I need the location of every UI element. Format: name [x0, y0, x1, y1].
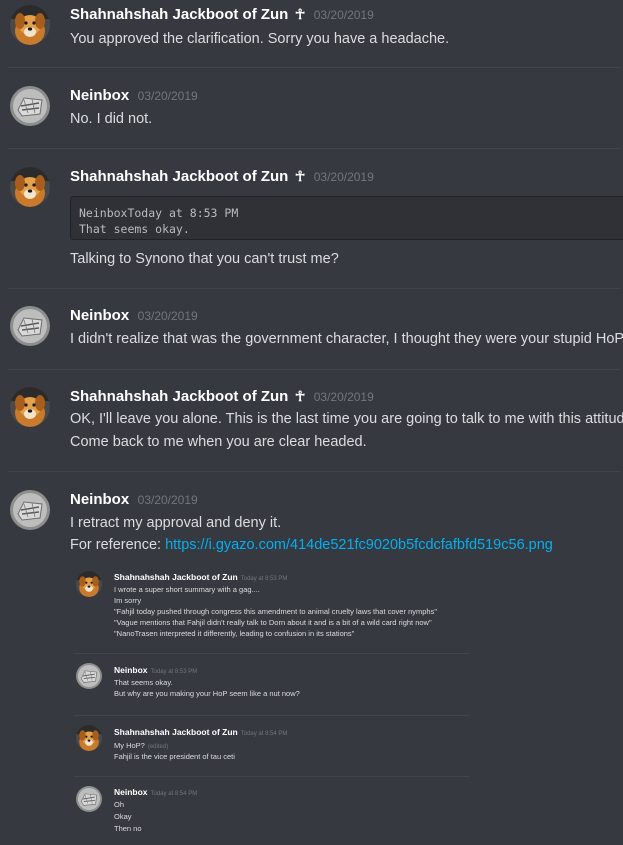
neinbox-avatar-icon[interactable] [10, 490, 50, 530]
embedded-timestamp: Today at 8:54 PM [150, 791, 198, 797]
message-divider [8, 288, 620, 289]
timestamp: 03/20/2019 [137, 309, 198, 323]
neinbox-avatar-icon[interactable] [10, 86, 50, 126]
message-header: Neinbox 03/20/2019 [70, 491, 198, 509]
message-text: Talking to Synono that you can't trust m… [70, 251, 339, 267]
author-name[interactable]: Neinbox [70, 87, 129, 104]
message-divider [8, 369, 620, 370]
embedded-text: That seems okay. [114, 678, 173, 687]
dog-avatar-icon[interactable] [10, 387, 50, 427]
ankh-icon: ☥ [294, 388, 306, 404]
message-text: I retract my approval and deny it. [70, 515, 282, 531]
embedded-text: "NanoTrasen interpreted it differently, … [114, 629, 355, 638]
embedded-author: Neinbox Today at 8:53 PM [114, 665, 198, 675]
dog-avatar-icon[interactable] [10, 167, 50, 207]
author-name[interactable]: Shahnahshah Jackboot of Zun [70, 168, 288, 185]
embedded-divider [74, 776, 469, 777]
embedded-text: Okay [114, 812, 132, 821]
message-header: Shahnahshah Jackboot of Zun ☥ 03/20/2019 [70, 168, 374, 186]
timestamp: 03/20/2019 [137, 493, 198, 507]
timestamp: 03/20/2019 [137, 89, 198, 103]
embedded-divider [74, 715, 469, 716]
message-header: Neinbox 03/20/2019 [70, 307, 198, 325]
embedded-text: I wrote a super short summary with a gag… [114, 585, 260, 594]
neinbox-avatar-icon [76, 786, 102, 812]
message-divider [8, 67, 620, 68]
message-text: You approved the clarification. Sorry yo… [70, 31, 450, 47]
ankh-icon: ☥ [294, 6, 306, 22]
embedded-text: Then no [114, 824, 142, 833]
embedded-text: But why are you making your HoP seem lik… [114, 689, 300, 698]
neinbox-avatar-icon[interactable] [10, 306, 50, 346]
embedded-timestamp: Today at 8:54 PM [240, 731, 288, 737]
edited-label: (edited) [147, 744, 169, 750]
timestamp: 03/20/2019 [313, 390, 374, 404]
message-text: For reference: https://i.gyazo.com/414de… [70, 537, 553, 553]
embedded-text: "Fahjil today pushed through congress th… [114, 607, 437, 616]
author-name[interactable]: Neinbox [70, 491, 129, 508]
code-line: That seems okay. [79, 222, 190, 236]
embedded-text: My HoP? (edited) [114, 741, 169, 750]
reference-label: For reference: [70, 537, 166, 553]
code-line: NeinboxToday at 8:53 PM [79, 206, 239, 220]
message-text: No. I did not. [70, 111, 153, 127]
embedded-timestamp: Today at 8:53 PM [240, 576, 288, 582]
embedded-author: Shahnahshah Jackboot of Zun Today at 8:53… [114, 572, 288, 582]
author-name[interactable]: Neinbox [70, 307, 129, 324]
message-divider [8, 471, 620, 472]
message-text: Come back to me when you are clear heade… [70, 434, 367, 450]
neinbox-avatar-icon [76, 663, 102, 689]
message-header: Neinbox 03/20/2019 [70, 87, 198, 105]
message-divider [8, 148, 620, 149]
embedded-text: "Vague mentions that Fahjil didn't reall… [114, 618, 432, 627]
dog-avatar-icon [76, 725, 102, 751]
message-header: Shahnahshah Jackboot of Zun ☥ 03/20/2019 [70, 388, 374, 406]
embedded-timestamp: Today at 8:53 PM [150, 669, 198, 675]
embedded-text: Im sorry [114, 596, 142, 605]
embedded-screenshot[interactable]: Shahnahshah Jackboot of Zun Today at 8:53… [72, 562, 472, 845]
timestamp: 03/20/2019 [313, 8, 374, 22]
message-text: OK, I'll leave you alone. This is the la… [70, 411, 623, 427]
embedded-divider [74, 653, 469, 654]
embedded-author: Neinbox Today at 8:54 PM [114, 787, 198, 797]
reference-link[interactable]: https://i.gyazo.com/414de521fc9020b5fcdc… [165, 537, 553, 553]
code-block: NeinboxToday at 8:53 PM That seems okay. [70, 196, 623, 240]
timestamp: 03/20/2019 [313, 170, 374, 184]
embedded-text: Oh [114, 800, 125, 809]
message-text: I didn't realize that was the government… [70, 331, 623, 347]
dog-avatar-icon[interactable] [10, 5, 50, 45]
embedded-text: Fahjil is the vice president of tau ceti [114, 752, 235, 761]
embedded-author: Shahnahshah Jackboot of Zun Today at 8:54… [114, 727, 288, 737]
dog-avatar-icon [76, 571, 102, 597]
ankh-icon: ☥ [294, 168, 306, 184]
message-header: Shahnahshah Jackboot of Zun ☥ 03/20/2019 [70, 6, 374, 24]
author-name[interactable]: Shahnahshah Jackboot of Zun [70, 388, 288, 405]
author-name[interactable]: Shahnahshah Jackboot of Zun [70, 6, 288, 23]
